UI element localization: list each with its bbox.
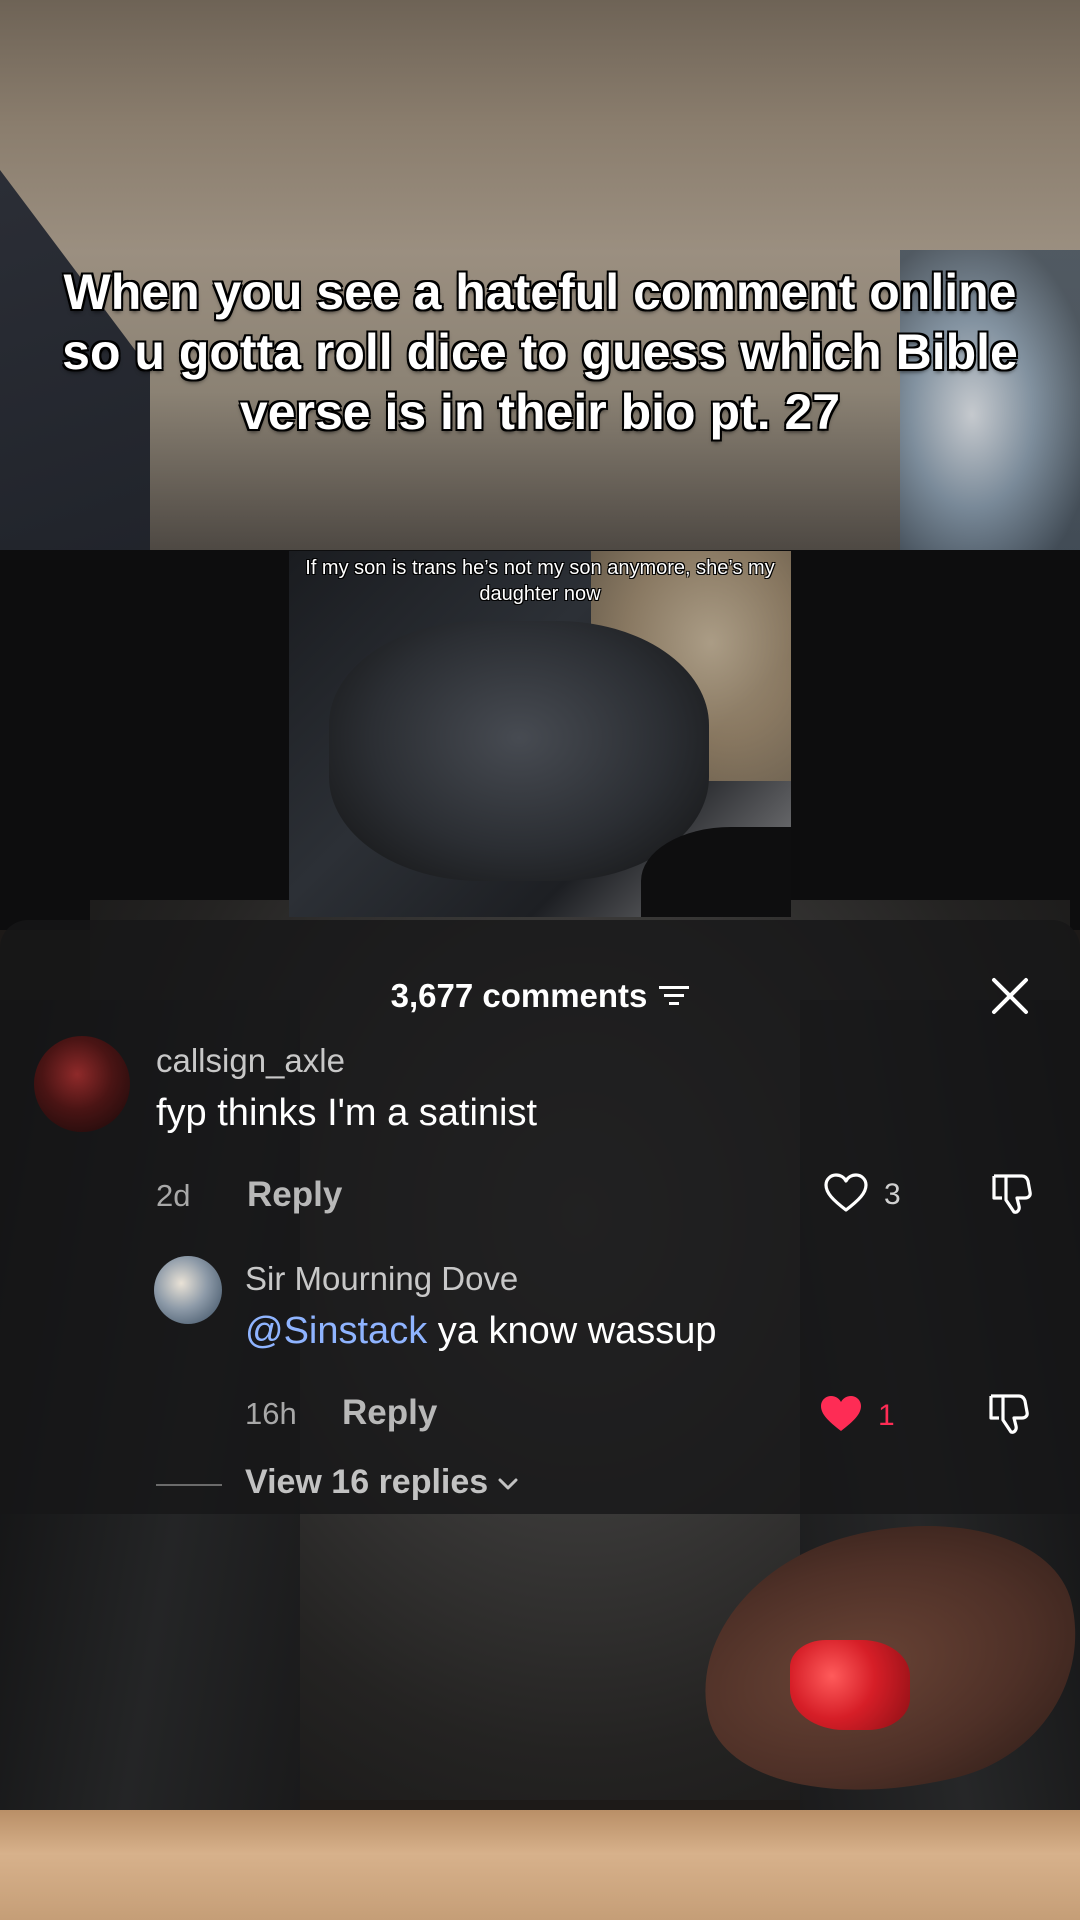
like-count: 3 xyxy=(884,1178,901,1211)
comment-text: @Sinstack ya know wassup xyxy=(245,1310,717,1353)
table-surface xyxy=(0,1810,1080,1920)
reply-button[interactable]: Reply xyxy=(342,1393,437,1433)
red-dice xyxy=(790,1640,910,1730)
view-replies-divider xyxy=(156,1484,222,1486)
heart-filled-icon[interactable] xyxy=(818,1393,864,1435)
embedded-motorcycle xyxy=(329,621,709,881)
video-caption: When you see a hateful comment online so… xyxy=(62,264,1018,440)
embedded-video: If my son is trans he’s not my son anymo… xyxy=(289,551,791,917)
dislike-icon[interactable] xyxy=(988,1170,1034,1216)
heart-icon[interactable] xyxy=(823,1172,869,1214)
filter-icon[interactable] xyxy=(659,984,690,1008)
mention-link[interactable]: @Sinstack xyxy=(245,1310,427,1352)
comment-text-body: ya know wassup xyxy=(437,1310,717,1352)
comment-age: 16h xyxy=(245,1396,297,1431)
comment-username[interactable]: callsign_axle xyxy=(156,1042,345,1080)
dislike-icon[interactable] xyxy=(985,1390,1031,1436)
comments-panel: 3,677 comments callsign_axle fyp thinks … xyxy=(0,920,1080,1514)
view-replies-label: View 16 replies xyxy=(245,1463,489,1501)
view-replies-button[interactable]: View 16 replies xyxy=(245,1463,518,1502)
close-icon[interactable] xyxy=(988,974,1032,1018)
avatar[interactable] xyxy=(34,1036,130,1132)
comment-age: 2d xyxy=(156,1178,191,1213)
comments-header: 3,677 comments xyxy=(0,960,1080,1032)
avatar[interactable] xyxy=(154,1256,222,1324)
comment-username[interactable]: Sir Mourning Dove xyxy=(245,1260,518,1298)
reply-button[interactable]: Reply xyxy=(247,1175,342,1215)
embedded-overlay-text: If my son is trans he’s not my son anymo… xyxy=(305,557,775,605)
like-count: 1 xyxy=(878,1399,895,1432)
comment-text: fyp thinks I'm a satinist xyxy=(156,1092,538,1134)
comments-count: 3,677 comments xyxy=(390,977,648,1014)
chevron-down-icon xyxy=(498,1478,518,1490)
